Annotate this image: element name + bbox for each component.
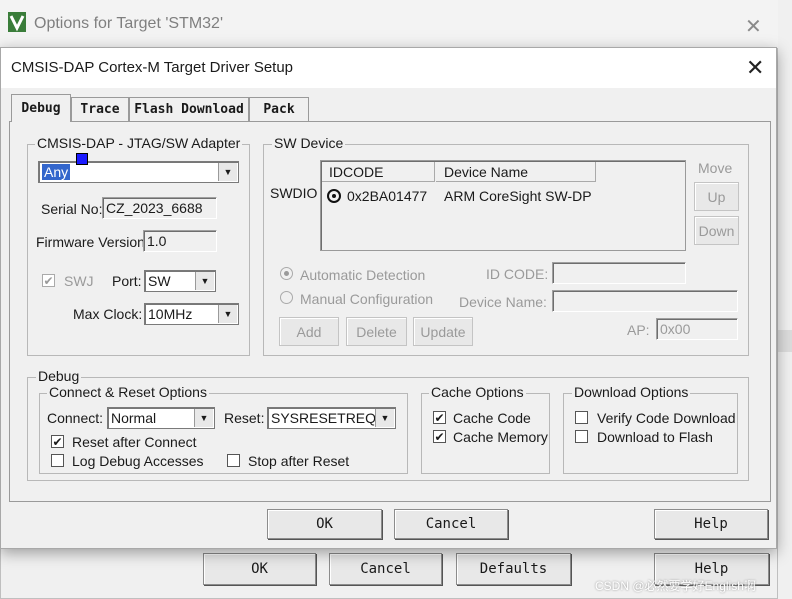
connect-label: Connect: xyxy=(47,410,104,426)
background-scroll-edge xyxy=(778,330,792,352)
ok-button[interactable]: OK xyxy=(267,509,382,539)
firmware-label: Firmware Version: xyxy=(36,234,149,250)
reset-after-connect-label: Reset after Connect xyxy=(72,434,197,450)
column-header-device-name[interactable]: Device Name xyxy=(436,162,596,182)
column-header-idcode[interactable]: IDCODE xyxy=(322,162,435,182)
background-cancel-button[interactable]: Cancel xyxy=(329,553,442,585)
serial-field[interactable]: CZ_2023_6688 xyxy=(102,197,217,219)
debug-group-legend: Debug xyxy=(36,368,82,384)
serial-label: Serial No: xyxy=(41,201,103,217)
tab-trace[interactable]: Trace xyxy=(71,97,129,121)
reset-select-value: SYSRESETREQ xyxy=(271,410,377,426)
stop-after-reset-checkbox[interactable] xyxy=(227,454,240,467)
download-to-flash-checkbox[interactable] xyxy=(575,430,588,443)
idcode-field[interactable] xyxy=(552,262,686,284)
device-name-field[interactable] xyxy=(552,290,738,312)
cancel-button[interactable]: Cancel xyxy=(394,509,508,539)
tab-pack[interactable]: Pack xyxy=(249,97,309,121)
keil-logo-icon xyxy=(8,12,26,32)
port-select-value: SW xyxy=(148,273,171,289)
up-button[interactable]: Up xyxy=(694,182,739,211)
reset-after-connect-checkbox[interactable]: ✔ xyxy=(51,435,64,448)
firmware-field[interactable]: 1.0 xyxy=(143,230,217,252)
tab-flash-download[interactable]: Flash Download xyxy=(129,97,249,121)
auto-detection-label: Automatic Detection xyxy=(300,267,426,283)
cursor-marker-icon xyxy=(76,153,88,165)
device-row-name[interactable]: ARM CoreSight SW-DP xyxy=(444,188,592,204)
swj-checkbox[interactable]: ✔ xyxy=(42,274,55,287)
sw-device-legend: SW Device xyxy=(272,135,346,151)
selected-radio-icon[interactable] xyxy=(327,189,341,203)
maxclock-select[interactable]: 10MHz ▼ xyxy=(144,303,239,325)
manual-config-label: Manual Configuration xyxy=(300,291,434,307)
chevron-down-icon[interactable]: ▼ xyxy=(375,409,394,427)
background-close-icon[interactable]: ✕ xyxy=(745,14,762,39)
adapter-group-legend: CMSIS-DAP - JTAG/SW Adapter xyxy=(35,135,243,151)
move-label: Move xyxy=(698,160,733,176)
download-options-legend: Download Options xyxy=(572,384,691,400)
idcode-label: ID CODE: xyxy=(486,266,549,282)
watermark: CSDN @必然要学好English啊 xyxy=(595,579,756,593)
delete-button[interactable]: Delete xyxy=(346,317,407,346)
background-defaults-button[interactable]: Defaults xyxy=(456,553,571,585)
download-to-flash-label: Download to Flash xyxy=(597,429,713,445)
device-name-label: Device Name: xyxy=(459,294,547,310)
connect-reset-legend: Connect & Reset Options xyxy=(47,384,209,400)
maxclock-select-value: 10MHz xyxy=(148,306,193,322)
manual-config-radio[interactable] xyxy=(280,291,293,304)
verify-download-checkbox[interactable] xyxy=(575,411,588,424)
connect-select-value: Normal xyxy=(111,410,157,426)
cache-code-checkbox[interactable]: ✔ xyxy=(433,411,446,424)
verify-download-label: Verify Code Download xyxy=(597,410,736,426)
cache-code-label: Cache Code xyxy=(453,410,531,426)
adapter-select[interactable]: Any ▼ xyxy=(38,161,239,183)
chevron-down-icon[interactable]: ▼ xyxy=(218,305,237,323)
chevron-down-icon[interactable]: ▼ xyxy=(194,409,213,427)
device-row-idcode[interactable]: 0x2BA01477 xyxy=(347,188,427,204)
cache-memory-checkbox[interactable]: ✔ xyxy=(433,430,446,443)
auto-detection-radio[interactable] xyxy=(280,267,293,280)
stop-after-reset-label: Stop after Reset xyxy=(248,453,350,469)
maxclock-label: Max Clock: xyxy=(73,306,143,322)
dialog-title: CMSIS-DAP Cortex-M Target Driver Setup xyxy=(11,59,294,76)
log-debug-label: Log Debug Accesses xyxy=(72,453,204,469)
cache-memory-label: Cache Memory xyxy=(453,429,548,445)
close-icon[interactable]: ✕ xyxy=(746,55,764,81)
adapter-select-value: Any xyxy=(42,164,71,180)
port-select[interactable]: SW ▼ xyxy=(144,270,216,292)
swj-label: SWJ xyxy=(64,273,94,289)
background-window-title: Options for Target 'STM32' xyxy=(34,15,224,32)
tab-debug[interactable]: Debug xyxy=(11,94,71,122)
chevron-down-icon[interactable]: ▼ xyxy=(218,163,237,181)
log-debug-checkbox[interactable] xyxy=(51,454,64,467)
cache-options-legend: Cache Options xyxy=(429,384,526,400)
swdio-label: SWDIO xyxy=(270,185,318,201)
chevron-down-icon[interactable]: ▼ xyxy=(195,272,214,290)
add-button[interactable]: Add xyxy=(279,317,339,346)
down-button[interactable]: Down xyxy=(694,216,739,245)
reset-label: Reset: xyxy=(224,410,265,426)
driver-setup-dialog: CMSIS-DAP Cortex-M Target Driver Setup ✕… xyxy=(0,47,777,549)
ap-label: AP: xyxy=(627,322,650,338)
reset-select[interactable]: SYSRESETREQ ▼ xyxy=(267,407,396,429)
ap-field[interactable]: 0x00 xyxy=(656,318,738,340)
port-label: Port: xyxy=(112,273,142,289)
connect-select[interactable]: Normal ▼ xyxy=(107,407,215,429)
background-ok-button[interactable]: OK xyxy=(203,553,316,585)
update-button[interactable]: Update xyxy=(413,317,473,346)
help-button[interactable]: Help xyxy=(654,509,768,539)
